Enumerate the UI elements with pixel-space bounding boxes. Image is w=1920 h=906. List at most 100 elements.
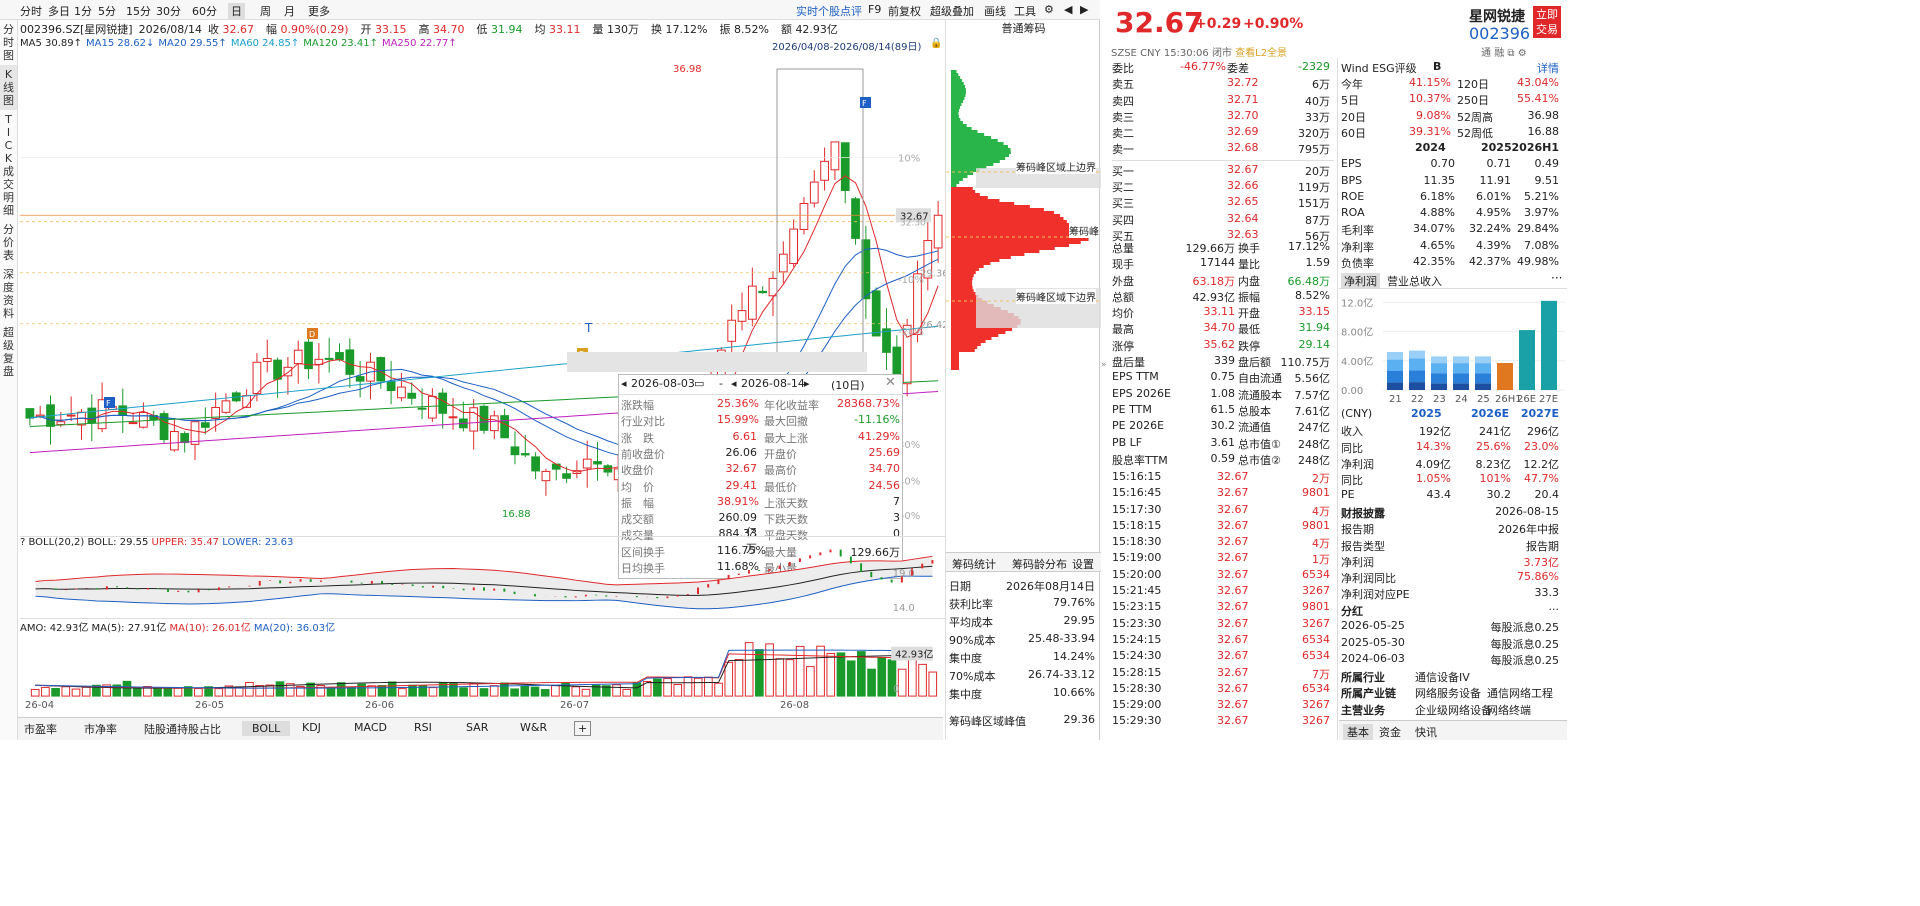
amo-bar (387, 681, 397, 697)
indicator-tab-3[interactable]: BOLL (242, 721, 291, 736)
period-2[interactable]: 1分 (74, 3, 92, 19)
period-8[interactable]: 周 (260, 3, 271, 19)
candle-body (118, 405, 128, 416)
toolbar-right-4[interactable]: 画线 (984, 3, 1006, 19)
profit-bar-seg (1431, 356, 1447, 364)
chip-tab-0[interactable]: 筹码统计 (952, 556, 996, 572)
amo-bar (398, 688, 407, 697)
close-icon[interactable]: ✕ (885, 375, 896, 390)
chip-bar (951, 247, 1055, 250)
fc-row: 同比 14.3% 25.6% 23.0% (1341, 439, 1559, 455)
left-tab-2[interactable]: TICK成交明细 (0, 110, 17, 220)
chip-bar (951, 241, 1081, 244)
toolbar-right-1[interactable]: F9 (868, 3, 881, 16)
chip-bar (951, 148, 1011, 151)
candle-body (541, 470, 551, 482)
tip-row: 成交额 260.09亿 下跌天数 3 (621, 511, 900, 540)
period-0[interactable]: 分时 (20, 3, 42, 19)
rep-row: 净利润对应PE 33.3 (1341, 586, 1559, 602)
candle-body (479, 405, 489, 431)
candle-body (830, 141, 840, 171)
selection-box (776, 68, 864, 360)
right-tab-0[interactable]: 基本 (1343, 724, 1373, 740)
ind-row: 所属产业链 网络服务设备 通信网络工程 (1341, 687, 1553, 701)
left-tab-3[interactable]: 分价表 (0, 220, 17, 265)
chip-bar (951, 109, 959, 112)
profit-tab-0[interactable]: 净利润 (1341, 273, 1380, 289)
profit-bar (1519, 330, 1535, 390)
profit-chart[interactable]: 12.0亿8.00亿4.00亿0.0021 22 23 24 25 26H126E 27E (1339, 290, 1567, 405)
indicator-tab-2[interactable]: 陆股通持股占比 (144, 721, 221, 737)
indicator-tab-5[interactable]: MACD (354, 721, 387, 734)
chip-tab-1[interactable]: 筹码龄分布 (1012, 556, 1067, 572)
indicator-tab-6[interactable]: RSI (414, 721, 432, 734)
prev-icon: ◂ (731, 377, 737, 390)
toolbar-right-0[interactable]: 实时个股点评 (796, 3, 862, 19)
period-7[interactable]: 日 (228, 3, 245, 19)
period-1[interactable]: 多日 (48, 3, 70, 19)
indicator-tab-7[interactable]: SAR (466, 721, 488, 734)
l2-link[interactable]: 查看L2全景 (1235, 48, 1287, 59)
wb-row: 委比 -46.77% 委差 -2329 (1112, 60, 1330, 75)
settings-icon[interactable]: ⚙ (1044, 3, 1054, 16)
forward-icon[interactable]: ▶ (1080, 3, 1088, 16)
amo-bar (816, 645, 825, 697)
right-tab-2[interactable]: 快讯 (1415, 724, 1437, 740)
tick-row: 15:24:15 32.67 6534 (1112, 632, 1330, 646)
boll-chart[interactable]: 19.0 14.0 (20, 536, 945, 616)
lock-icon[interactable]: 🔒 (930, 38, 942, 49)
fc-row: 净利润 4.09亿 8.23亿 12.2亿 (1341, 457, 1559, 471)
to-date[interactable]: 2026-08-14 (741, 377, 805, 390)
amo-bar (908, 654, 917, 697)
period-4[interactable]: 15分 (126, 3, 151, 19)
from-date[interactable]: 2026-08-03 (631, 377, 695, 390)
toolbar-right-2[interactable]: 前复权 (888, 3, 921, 19)
indicator-tab-1[interactable]: 市净率 (84, 721, 117, 737)
info-9: 额 42.93亿 (780, 23, 838, 36)
stat-row: 总额 42.93亿 振幅 8.52% (1112, 288, 1330, 304)
date-tick: 26-04 (25, 700, 55, 711)
indicator-tab-4[interactable]: KDJ (302, 721, 321, 734)
amo-bar (510, 688, 519, 697)
period-3[interactable]: 5分 (98, 3, 116, 19)
left-tab-4[interactable]: 深度资料 (0, 265, 17, 323)
back-icon[interactable]: ◀ (1064, 3, 1072, 16)
trade-button[interactable]: 立即交易 (1533, 6, 1561, 38)
ma-2: MA20 29.55↑ (158, 38, 227, 49)
profit-axis-label: 12.0亿 (1341, 296, 1373, 309)
left-tab-0[interactable]: 分时图 (0, 20, 17, 65)
left-tab-5[interactable]: 超级复盘 (0, 323, 17, 381)
indicator-tab-0[interactable]: 市盈率 (24, 721, 57, 737)
tick-row: 15:17:30 32.67 4万 (1112, 502, 1330, 518)
toolbar-right-3[interactable]: 超级叠加 (930, 3, 974, 19)
candle-body (820, 160, 829, 181)
candle-body (551, 463, 561, 470)
bid-row: 买三 32.65 151万 (1112, 195, 1330, 211)
stat-row: PB LF 3.61 总市值① 248亿 (1112, 435, 1330, 451)
profit-tab-1[interactable]: 营业总收入 (1387, 273, 1442, 289)
candle-body (747, 285, 757, 320)
period-5[interactable]: 30分 (156, 3, 181, 19)
period-10[interactable]: 更多 (308, 3, 330, 19)
right-tab-1[interactable]: 资金 (1379, 724, 1401, 740)
overlay-band (567, 352, 867, 372)
ma-4: MA120 23.41↑ (303, 38, 378, 49)
amo-bar (520, 685, 530, 697)
period-6[interactable]: 60分 (192, 3, 217, 19)
chip-histogram[interactable] (946, 50, 1101, 570)
candle-body (139, 412, 148, 428)
chip-bar (951, 196, 988, 199)
add-icon[interactable]: + (574, 721, 592, 736)
profit-x-label: 24 (1455, 394, 1468, 405)
more-icon[interactable]: ··· (1551, 271, 1562, 285)
chip-tab-2[interactable]: 设置 (1072, 556, 1094, 572)
candle-body (386, 381, 396, 392)
toolbar-right-5[interactable]: 工具 (1014, 3, 1036, 19)
indicator-tab-8[interactable]: W&R (520, 721, 547, 734)
amo-bar (836, 652, 846, 697)
left-tab-1[interactable]: K线图 (0, 65, 17, 110)
candle-body (397, 386, 406, 399)
amo-bar (265, 684, 275, 697)
period-9[interactable]: 月 (284, 3, 295, 19)
chip-row: 70%成本 26.74-33.12 (949, 668, 1095, 683)
